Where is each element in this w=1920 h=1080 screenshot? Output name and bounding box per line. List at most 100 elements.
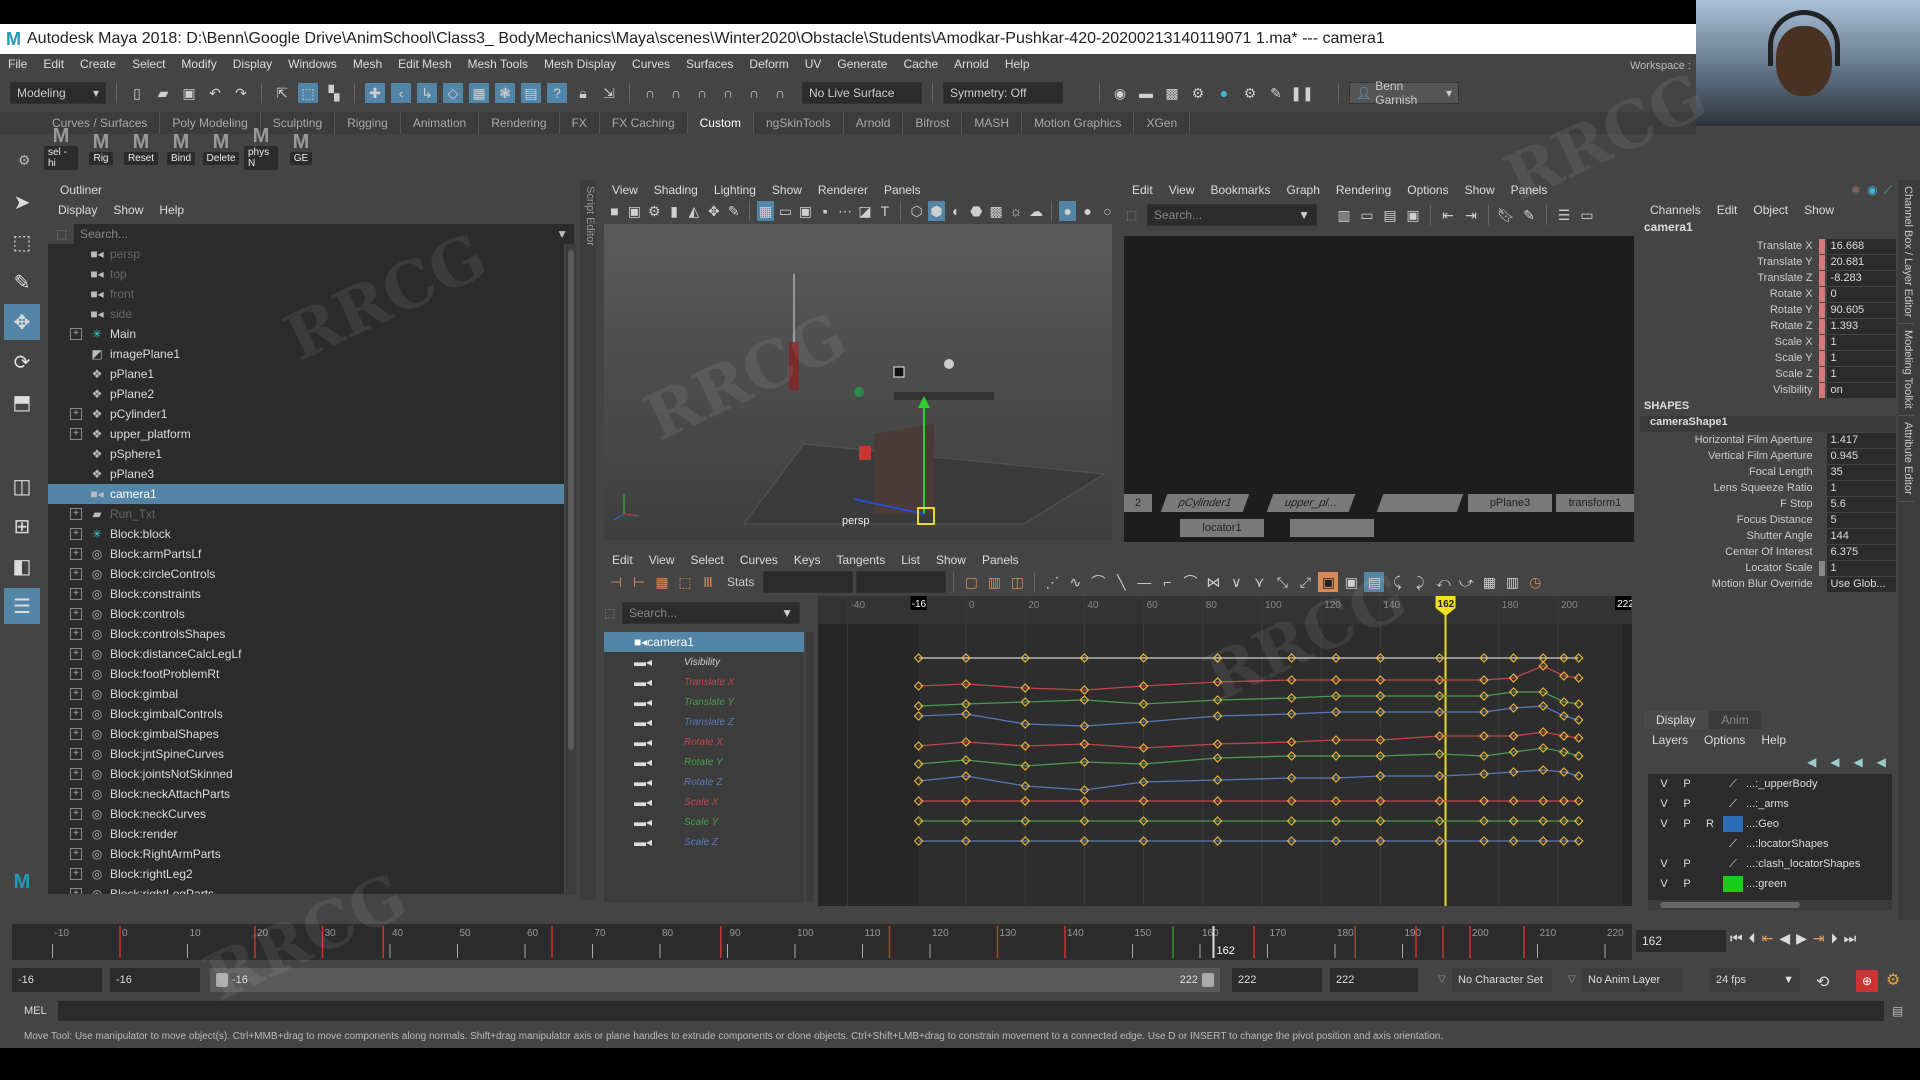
menu-help[interactable]: Help [1761,733,1786,747]
menu-panels[interactable]: Panels [982,553,1019,567]
menu-select[interactable]: Select [690,553,723,567]
shelf-tab-custom[interactable]: Custom [687,112,754,134]
wireframe-on-shaded-icon[interactable]: ⬣ [968,201,985,221]
outliner-item[interactable]: + ◎ Block:jointsNotSkinned [48,764,564,784]
side-tab-channel-box-layer-editor[interactable]: Channel Box / Layer Editor [1898,180,1914,325]
layer-row[interactable]: V P ⟋ ...:clash_locatorShapes [1648,854,1892,874]
clear-graph-icon[interactable]: ▭ [1357,205,1377,225]
anim-layer-chevron-icon[interactable]: ▽ [1568,974,1576,985]
paint-select-tool-icon[interactable]: ✎ [4,264,40,300]
node-locator1[interactable]: locator1 [1180,519,1264,537]
menu-view[interactable]: View [612,183,638,197]
plateau-tangent-icon[interactable]: ⌒ [1180,572,1200,592]
shelf-settings-gear-icon[interactable]: ⚙ [18,152,31,169]
menu-help[interactable]: Help [1005,57,1030,71]
expand-toggle-icon[interactable]: + [70,828,82,840]
symmetry-dropdown[interactable]: Symmetry: Off [943,82,1063,104]
select-hierarchy-icon[interactable]: ⇱ [272,83,292,103]
menu-modify[interactable]: Modify [181,57,216,71]
playback-end-field[interactable]: 222 [1232,968,1322,992]
viewport-3d-canvas[interactable]: persp [604,224,1112,540]
node-editor-search-input[interactable]: Search... ▼ [1147,204,1317,226]
shelf-tab-xgen[interactable]: XGen [1134,112,1191,134]
auto-load-icon[interactable]: ▣ [1318,572,1339,592]
layer-r-toggle[interactable] [1700,836,1720,852]
side-tab-attribute-editor[interactable]: Attribute Editor [1898,416,1914,502]
outliner-item[interactable]: + ◎ Block:gimbalShapes [48,724,564,744]
graph-editor-search-input[interactable]: Search... ▼ [622,602,800,624]
step-tangent-icon[interactable]: ⌐ [1157,572,1177,592]
add-selected-icon[interactable]: ⇥ [1461,205,1481,225]
normalize-icon[interactable]: ⤹ [1387,572,1407,592]
graph-layout-icon[interactable]: ☰ [1554,205,1574,225]
go-to-start-icon[interactable]: ⏮ [1730,930,1743,947]
frame-playback-range-icon[interactable]: ▥ [984,572,1004,592]
menu-tangents[interactable]: Tangents [837,553,886,567]
current-frame-field[interactable]: 162 [1636,930,1726,952]
menu-edit[interactable]: Edit [43,57,64,71]
outliner-item[interactable]: ■◂ camera1 [48,484,564,504]
channel-attribute-row[interactable]: Rotate X 0 [1640,286,1896,302]
menu-curves[interactable]: Curves [632,57,670,71]
channel-attribute-row[interactable]: Horizontal Film Aperture 1.417 [1640,432,1896,448]
outliner-item[interactable]: ❖ pSphere1 [48,444,564,464]
outliner-item[interactable]: ❖ pPlane2 [48,384,564,404]
layer-v-toggle[interactable]: V [1654,856,1674,872]
expand-toggle-icon[interactable]: + [70,788,82,800]
undo-icon[interactable]: ↶ [205,83,225,103]
menu-lighting[interactable]: Lighting [714,183,756,197]
step-back-key-icon[interactable]: ⇤ [1762,930,1774,947]
layer-v-toggle[interactable]: V [1654,816,1674,832]
menu-show[interactable]: Show [772,183,802,197]
create-bookmark-icon[interactable]: 🔖︎ [1496,205,1516,225]
layer-p-toggle[interactable]: P [1677,816,1697,832]
menu-object[interactable]: Object [1753,203,1788,217]
outliner-item[interactable]: + ◎ Block:rightLeg2 [48,864,564,884]
resolution-gate-icon[interactable]: ▣ [797,201,814,221]
node-transform1[interactable]: transform1 [1556,494,1634,512]
menu-panels[interactable]: Panels [1511,183,1548,197]
graph-channel-row[interactable]: ▬◂ Translate Y [604,692,804,712]
input-output-connections-icon[interactable]: ▥ [1334,205,1354,225]
attribute-value[interactable]: 5.6 [1826,496,1896,512]
outliner-item[interactable]: + ❖ pCylinder1 [48,404,564,424]
channel-attribute-row[interactable]: F Stop 5.6 [1640,496,1896,512]
menu-windows[interactable]: Windows [288,57,337,71]
menu-shading[interactable]: Shading [654,183,698,197]
anti-aliasing-icon[interactable]: ○ [1099,201,1116,221]
input-connections-icon[interactable]: ▤ [1380,205,1400,225]
attribute-editor-toggle-icon[interactable]: ◉ [1867,183,1877,197]
snap-live-icon[interactable]: ▦ [469,83,489,103]
channel-attribute-row[interactable]: Rotate Z 1.393 [1640,318,1896,334]
layer-row[interactable]: V P ...:green [1648,874,1892,894]
menu-set-dropdown[interactable]: Modeling ▾ [10,82,106,104]
channel-attribute-row[interactable]: Translate Y 20.681 [1640,254,1896,270]
render-setup-icon[interactable]: ⚙ [1240,83,1260,103]
attribute-value[interactable]: on [1826,382,1896,398]
menu-view[interactable]: View [649,553,675,567]
snap-grid-icon[interactable]: ✚ [365,83,385,103]
toggle-attribute-filter-icon[interactable]: ▭ [1577,205,1597,225]
snap-edge-icon[interactable]: ❃ [495,83,515,103]
channel-box-toggle-icon[interactable]: ⚛ [1850,183,1861,197]
expand-toggle-icon[interactable]: + [70,628,82,640]
menu-bookmarks[interactable]: Bookmarks [1210,183,1270,197]
attribute-value[interactable]: 1 [1826,334,1896,350]
image-plane-icon[interactable]: ◭ [686,201,703,221]
outliner-item[interactable]: + ◎ Block:neckCurves [48,804,564,824]
attribute-value[interactable]: 16.668 [1826,238,1896,254]
open-scene-icon[interactable]: ▰ [153,83,173,103]
expand-toggle-icon[interactable]: + [70,588,82,600]
attribute-value[interactable]: 1 [1826,350,1896,366]
render-view-icon[interactable]: ◉ [1110,83,1130,103]
use-all-lights-icon[interactable]: ☼ [1008,201,1025,221]
safe-action-icon[interactable]: ◪ [857,201,874,221]
layer-r-toggle[interactable]: R [1700,816,1720,832]
expand-toggle-icon[interactable]: + [70,508,82,520]
layer-r-toggle[interactable] [1700,796,1720,812]
menu-select[interactable]: Select [132,57,165,71]
menu-edit[interactable]: Edit [1132,183,1153,197]
four-view-layout-icon[interactable]: ⊞ [4,508,40,544]
mel-command-input[interactable] [58,1001,1884,1021]
menu-cache[interactable]: Cache [903,57,938,71]
